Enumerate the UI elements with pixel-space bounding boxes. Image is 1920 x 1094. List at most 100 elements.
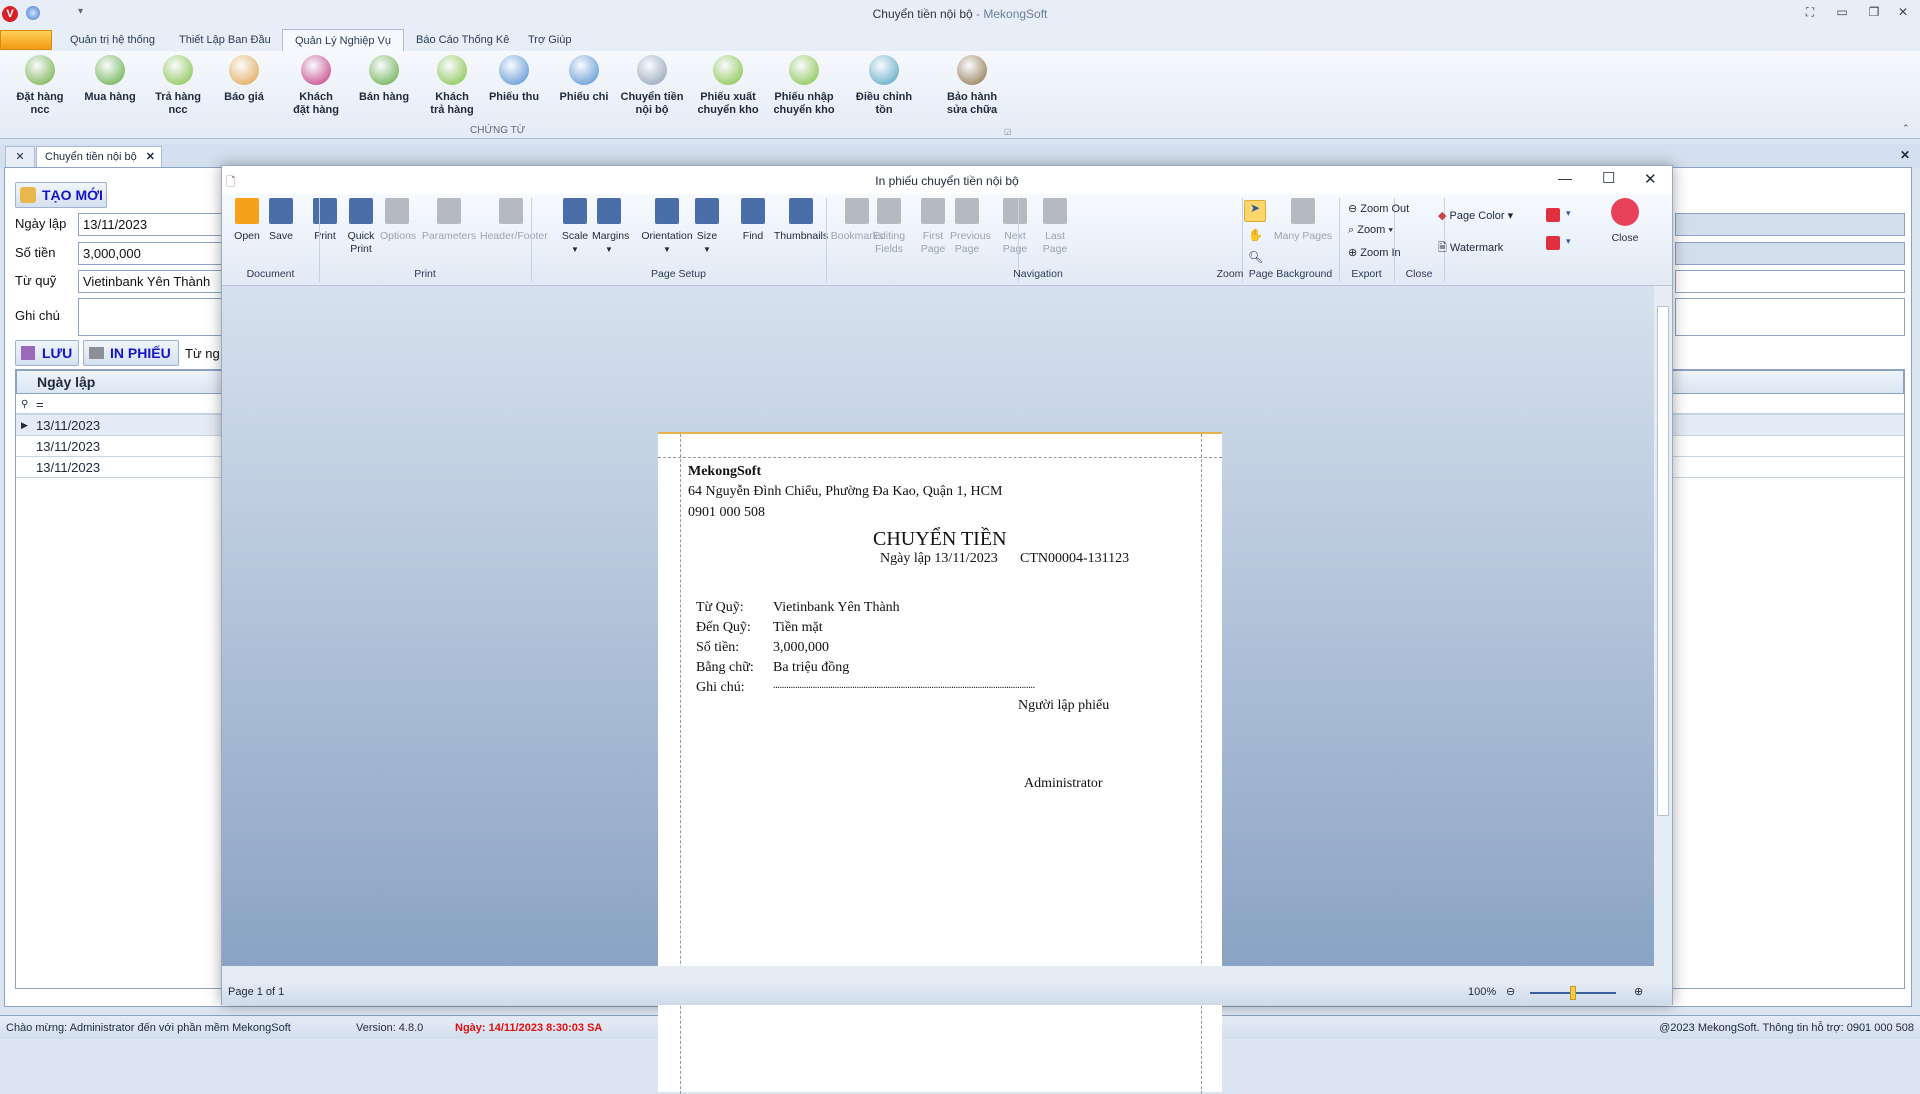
ribbon-button-4[interactable]: Khách đặt hàng bbox=[284, 55, 348, 117]
zoom-dropdown[interactable]: ⌕ Zoom ▾ bbox=[1348, 224, 1393, 237]
thumbnails-button[interactable]: Thumbnails bbox=[770, 198, 832, 243]
preview-area[interactable]: MekongSoft 64 Nguyễn Đình Chiểu, Phường … bbox=[222, 286, 1654, 1094]
send-pdf-icon[interactable] bbox=[1546, 236, 1560, 250]
ribbon-button-9[interactable]: Chuyển tiền nội bộ bbox=[620, 55, 684, 117]
fund-label: Từ quỹ bbox=[15, 273, 57, 288]
ribbon-button-icon bbox=[499, 55, 529, 85]
many-pages-button[interactable]: Many Pages bbox=[1272, 198, 1334, 243]
note-input[interactable] bbox=[78, 298, 228, 336]
export-pdf-icon[interactable] bbox=[1546, 208, 1560, 222]
ribbon-button-5[interactable]: Bán hàng bbox=[352, 55, 416, 104]
parameters-button[interactable]: Parameters bbox=[418, 198, 480, 243]
fund-select[interactable]: Vietinbank Yên Thành bbox=[78, 270, 228, 293]
close-panel-icon[interactable]: ✕ bbox=[1900, 148, 1910, 162]
collapse-ribbon-icon[interactable]: ⌃ bbox=[1902, 123, 1910, 134]
field-label: Ghi chú: bbox=[696, 680, 745, 695]
close-window-button[interactable]: ✕ bbox=[1893, 5, 1913, 23]
ribbon-tab-4[interactable]: Trợ Giúp bbox=[516, 29, 583, 51]
ribbon-button-13[interactable]: Bảo hành sửa chữa bbox=[940, 55, 1004, 117]
print-icon bbox=[313, 198, 337, 224]
header-footer-button[interactable]: Header/Footer bbox=[480, 198, 548, 243]
ribbon-button-3[interactable]: Báo giá bbox=[212, 55, 276, 104]
next-page-button[interactable]: Next Page bbox=[998, 198, 1032, 256]
zoom-in-button[interactable]: ⊕ Zoom In bbox=[1348, 246, 1401, 259]
field-value: ........................................… bbox=[773, 680, 1035, 691]
field-label: Từ Quỹ: bbox=[696, 600, 744, 615]
ribbon-button-10[interactable]: Phiếu xuất chuyển kho bbox=[696, 55, 760, 117]
margins-icon bbox=[597, 198, 621, 224]
previous-page-button[interactable]: Previous Page bbox=[950, 198, 991, 256]
ribbon-button-6[interactable]: Khách trả hàng bbox=[420, 55, 484, 117]
first-page-button[interactable]: First Page bbox=[916, 198, 950, 256]
amount-input[interactable]: 3,000,000 bbox=[78, 242, 228, 265]
quick-print-button[interactable]: Quick Print bbox=[344, 198, 378, 256]
magnifier-tool-icon[interactable]: 🔍︎ bbox=[1248, 250, 1263, 264]
page-color-button[interactable]: ◆ Page Color ▾ bbox=[1438, 209, 1513, 222]
find-button[interactable]: Find bbox=[736, 198, 770, 243]
size-button[interactable]: Size ▼ bbox=[690, 198, 724, 256]
zoom-slider[interactable] bbox=[1530, 986, 1616, 1000]
ribbon-tab-3[interactable]: Báo Cáo Thống Kê bbox=[404, 29, 521, 51]
ribbon-tab-2[interactable]: Quản Lý Nghiệp Vụ bbox=[282, 29, 405, 51]
hand-tool-icon[interactable]: ✋ bbox=[1248, 228, 1263, 242]
paint-icon: ◆ bbox=[1438, 210, 1447, 222]
restore-button[interactable]: ❐ bbox=[1864, 5, 1884, 23]
zoom-out-button[interactable]: ⊖ Zoom Out bbox=[1348, 202, 1409, 215]
scroll-thumb[interactable] bbox=[1657, 306, 1669, 816]
right-note[interactable] bbox=[1675, 298, 1905, 336]
ribbon-button-8[interactable]: Phiếu chi bbox=[552, 55, 616, 104]
ribbon-button-7[interactable]: Phiếu thu bbox=[482, 55, 546, 104]
ribbon-button-12[interactable]: Điều chỉnh tồn bbox=[852, 55, 916, 117]
fullscreen-icon[interactable]: ⛶ bbox=[1800, 5, 1820, 23]
copyright-text: @2023 MekongSoft. Thông tin hỗ trợ: 0901… bbox=[1659, 1022, 1914, 1034]
zoom-slider-thumb[interactable] bbox=[1570, 986, 1576, 1000]
size-icon bbox=[695, 198, 719, 224]
report-address: 64 Nguyễn Đình Chiểu, Phường Đa Kao, Quậ… bbox=[688, 484, 1003, 499]
watermark-button[interactable]: 🗎 Watermark bbox=[1438, 239, 1503, 258]
dialog-launcher-icon[interactable]: ◲ bbox=[1004, 127, 1012, 136]
last-page-button[interactable]: Last Page bbox=[1038, 198, 1072, 256]
tab-chuyen-tien-noi-bo[interactable]: Chuyển tiền nội bộ ✕ bbox=[36, 146, 162, 168]
zoom-decrease-icon[interactable]: ⊖ bbox=[1506, 980, 1515, 1005]
margins-button[interactable]: Margins ▼ bbox=[592, 198, 629, 256]
create-new-button[interactable]: TẠO MỚI bbox=[15, 182, 107, 208]
ribbon-button-0[interactable]: Đặt hàng ncc bbox=[8, 55, 72, 117]
ribbon-tab-0[interactable]: Quản trị hệ thống bbox=[58, 29, 167, 51]
scale-button[interactable]: Scale ▼ bbox=[558, 198, 592, 256]
ribbon-button-1[interactable]: Mua hàng bbox=[78, 55, 142, 104]
minimize-button[interactable]: ▭ bbox=[1832, 5, 1852, 23]
editing-fields-icon bbox=[877, 198, 901, 224]
save-button[interactable]: LƯU bbox=[15, 340, 79, 366]
dialog-close-button[interactable]: ✕ bbox=[1644, 170, 1657, 188]
folder-button[interactable]: Open bbox=[230, 198, 264, 243]
close-tab-icon[interactable]: ✕ bbox=[146, 147, 155, 167]
ribbon-tab-1[interactable]: Thiết Lập Ban Đầu bbox=[167, 29, 283, 51]
ribbon-button-icon bbox=[25, 55, 55, 85]
editing-fields-button[interactable]: Editing Fields bbox=[872, 198, 906, 256]
print-button[interactable]: Print bbox=[308, 198, 342, 243]
last-page-icon bbox=[1043, 198, 1067, 224]
vertical-scrollbar[interactable] bbox=[1654, 286, 1672, 966]
first-page-icon bbox=[921, 198, 945, 224]
dialog-minimize-button[interactable]: — bbox=[1558, 170, 1572, 186]
export-dropdown[interactable]: ▾ bbox=[1566, 208, 1571, 219]
save-button[interactable]: Save bbox=[264, 198, 298, 243]
close-circle-button[interactable]: Close bbox=[1608, 198, 1642, 245]
horizontal-scrollbar[interactable] bbox=[222, 966, 1672, 980]
ribbon-button-2[interactable]: Trả hàng ncc bbox=[146, 55, 210, 117]
right-field-2[interactable] bbox=[1675, 242, 1905, 265]
send-dropdown[interactable]: ▾ bbox=[1566, 236, 1571, 247]
zoom-increase-icon[interactable]: ⊕ bbox=[1634, 980, 1643, 1005]
dialog-maximize-button[interactable]: ☐ bbox=[1602, 169, 1615, 187]
print-slip-button[interactable]: IN PHIẾU bbox=[83, 340, 179, 366]
orientation-button[interactable]: Orientation ▼ bbox=[636, 198, 698, 256]
right-field-1[interactable] bbox=[1675, 213, 1905, 236]
close-all-tabs-icon[interactable]: ✕ bbox=[5, 146, 35, 168]
date-input[interactable]: 13/11/2023 bbox=[78, 213, 228, 236]
ribbon-button-11[interactable]: Phiếu nhập chuyển kho bbox=[772, 55, 836, 117]
options-button[interactable]: Options bbox=[380, 198, 416, 243]
pointer-tool-button[interactable]: ➤ bbox=[1244, 200, 1266, 222]
report-company: MekongSoft bbox=[688, 464, 762, 479]
right-select[interactable] bbox=[1675, 270, 1905, 293]
file-menu-button[interactable] bbox=[0, 30, 52, 50]
